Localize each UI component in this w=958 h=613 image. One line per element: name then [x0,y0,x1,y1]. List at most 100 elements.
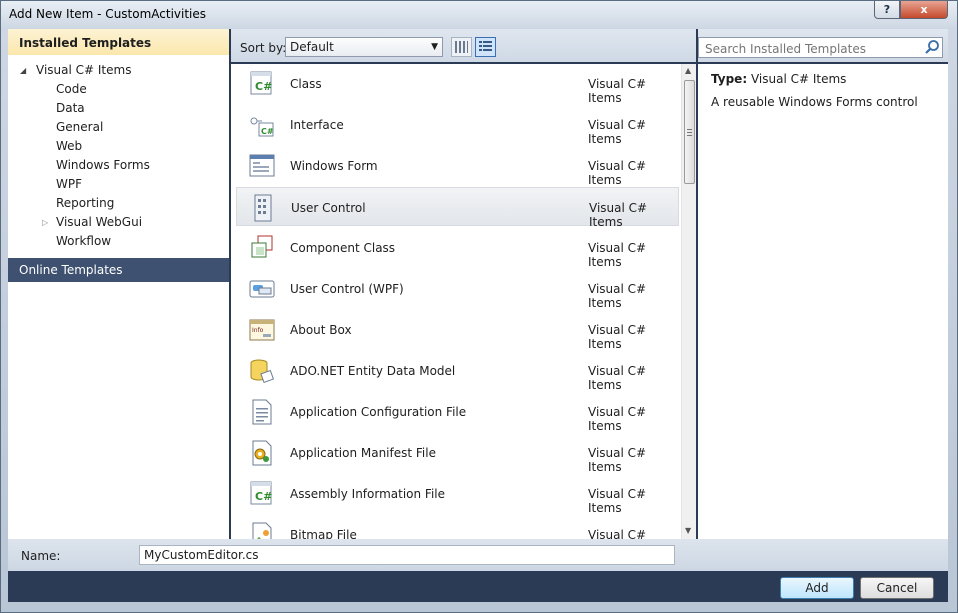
about-box-icon: Info [248,316,276,344]
tree-item-label: Visual C# Items [36,63,132,77]
template-category: Visual C# Items [588,528,647,539]
bitmap-file-icon [248,521,276,539]
template-category: Visual C# Items [588,77,647,105]
template-row[interactable]: Component Class Visual C# Items [236,228,679,269]
template-name: Application Manifest File [290,446,436,460]
entity-data-model-icon [248,357,276,385]
template-details: Type: Visual C# Items A reusable Windows… [698,64,948,539]
tree-item[interactable]: Reporting [56,194,114,213]
template-name: Application Configuration File [290,405,467,419]
search-icon[interactable] [924,39,940,55]
user-control-icon [249,194,277,222]
tree-item-label: General [56,120,104,134]
scroll-down-icon[interactable]: ▼ [685,526,691,535]
template-category: Visual C# Items [588,241,647,269]
list-view-icon [479,41,492,51]
tree-item[interactable]: ◢ Visual C# Items [20,61,132,80]
type-label: Type: [711,72,748,86]
template-row[interactable]: User Control Visual C# Items [236,187,679,229]
type-line: Type: Visual C# Items [711,72,948,86]
online-templates-header[interactable]: Online Templates [8,258,229,282]
vertical-scrollbar[interactable]: ▲ ▼ [681,64,696,539]
name-row: Name: MyCustomEditor.cs [8,539,948,571]
tree-item-label: Reporting [56,196,115,210]
template-name: User Control (WPF) [290,282,404,296]
close-button[interactable]: x [900,1,948,19]
sort-toolbar: Sort by: Default ▼ [231,29,696,62]
template-name: User Control [291,201,366,215]
small-icons-view-button[interactable] [451,37,472,57]
collapsed-arrow-icon[interactable]: ▷ [42,213,48,232]
tree-item[interactable]: Code [56,80,87,99]
dialog-content: Installed Templates ◢ Visual C# Items Code… [8,29,948,602]
template-name: Bitmap File [290,528,357,539]
class-icon: C# [248,70,276,98]
svg-text:C#: C# [255,80,272,93]
medium-icons-view-button[interactable] [475,37,496,57]
interface-icon: C# [248,111,276,139]
sort-by-label: Sort by: [240,41,287,55]
search-input[interactable] [698,37,943,58]
add-button[interactable]: Add [780,577,854,599]
template-row[interactable]: C# Class Visual C# Items [236,64,679,105]
close-icon: x [920,3,928,16]
tree-item-label: WPF [56,177,83,191]
tree-item-label: Windows Forms [56,158,150,172]
installed-templates-header[interactable]: Installed Templates [8,29,229,55]
sort-dropdown-value: Default [290,40,334,54]
nav-empty-area [8,282,229,539]
tree-item[interactable]: WPF [56,175,82,194]
tree-item[interactable]: Workflow [56,232,111,251]
template-name: Interface [290,118,344,132]
template-name: Assembly Information File [290,487,446,501]
scroll-up-icon[interactable]: ▲ [685,66,691,75]
template-description: A reusable Windows Forms control [711,95,918,109]
template-row[interactable]: Application Manifest File Visual C# Items [236,433,679,474]
tree-item[interactable]: General [56,118,103,137]
tree-item-label: Code [56,82,87,96]
help-button[interactable]: ? [874,1,900,19]
template-name: About Box [290,323,352,337]
tree-item-label: Web [56,139,83,153]
template-row[interactable]: Bitmap File Visual C# Items [236,515,679,539]
manifest-file-icon [248,439,276,467]
grid-view-icon [455,41,468,53]
tree-item-label: Visual WebGui [56,215,143,229]
cancel-button[interactable]: Cancel [860,577,934,599]
search-bar [698,29,948,62]
template-row[interactable]: ADO.NET Entity Data Model Visual C# Items [236,351,679,392]
dialog-button-bar: Add Cancel [8,571,948,602]
template-category: Visual C# Items [588,487,647,515]
template-category: Visual C# Items [588,282,647,310]
template-name: Component Class [290,241,396,255]
template-row[interactable]: C# Interface Visual C# Items [236,105,679,146]
template-category: Visual C# Items [588,405,647,433]
scroll-thumb[interactable] [684,80,695,184]
tree-item-label: Workflow [56,234,112,248]
tree-item[interactable]: Windows Forms [56,156,150,175]
templates-nav: Installed Templates ◢ Visual C# Items Code… [8,29,229,539]
template-name: Class [290,77,322,91]
name-input[interactable]: MyCustomEditor.cs [139,545,675,565]
chevron-down-icon: ▼ [431,42,438,52]
expanded-arrow-icon[interactable]: ◢ [20,61,26,80]
tree-item[interactable]: Web [56,137,82,156]
template-row[interactable]: User Control (WPF) Visual C# Items [236,269,679,310]
tree-item[interactable]: Data [56,99,85,118]
template-row[interactable]: Windows Form Visual C# Items [236,146,679,187]
svg-text:C#: C# [255,490,272,503]
template-name: Windows Form [290,159,378,173]
template-list: C# Class Visual C# Items C# Interface Visual … [231,64,696,539]
wpf-user-control-icon [248,275,276,303]
tree-item[interactable]: ▷ Visual WebGui [42,213,143,232]
name-label: Name: [21,549,61,563]
tree-item-label: Data [56,101,85,115]
window-title: Add New Item - CustomActivities [9,7,207,21]
config-file-icon [248,398,276,426]
template-row[interactable]: Info About Box Visual C# Items [236,310,679,351]
sort-dropdown[interactable]: Default ▼ [285,37,443,57]
svg-text:Info: Info [252,327,264,334]
template-row[interactable]: Application Configuration File Visual C# … [236,392,679,433]
template-row[interactable]: C# Assembly Information File Visual C# Ite… [236,474,679,515]
title-bar: Add New Item - CustomActivities ? x [1,1,957,29]
